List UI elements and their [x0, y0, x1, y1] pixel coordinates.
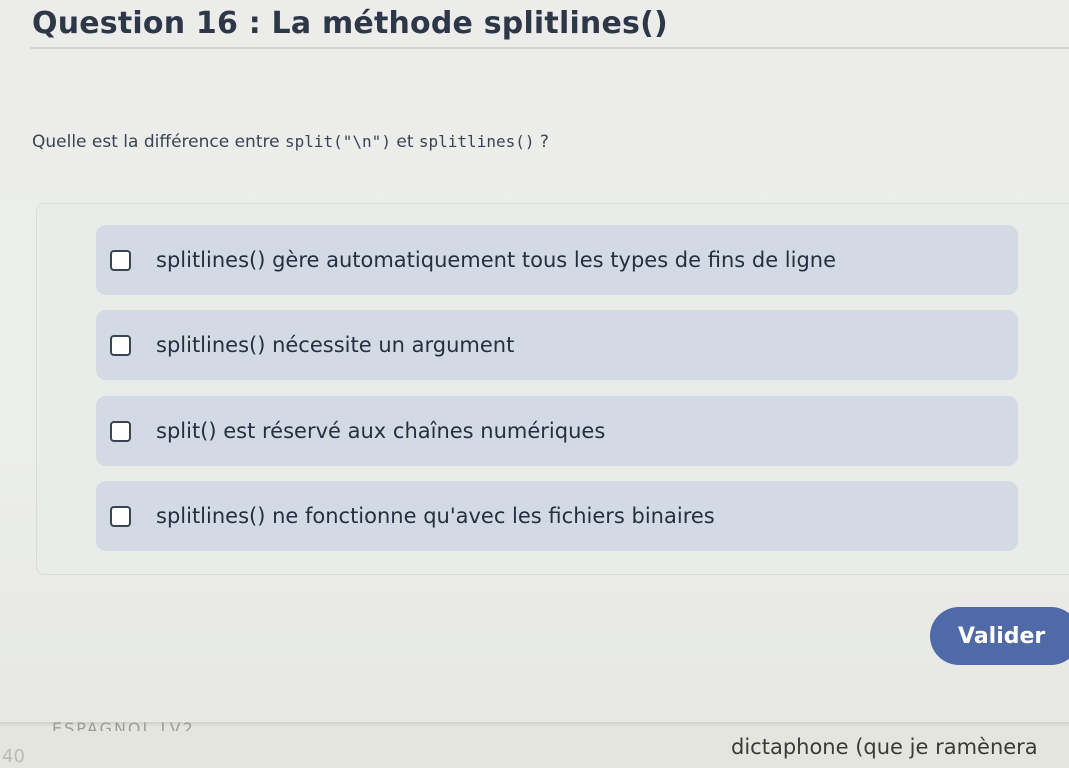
- answer-option-1[interactable]: splitlines() gère automatiquement tous l…: [96, 225, 1018, 295]
- question-text-before: Quelle est la différence entre: [32, 132, 285, 152]
- question-text-after: ?: [534, 132, 549, 152]
- answer-option-label: split() est réservé aux chaînes numériqu…: [156, 419, 606, 443]
- checkbox-1[interactable]: [110, 249, 131, 271]
- paper-heading: ESPAGNOL LV2: [52, 719, 195, 731]
- paper-page-number: 40: [2, 746, 25, 767]
- question-text-mid: et: [390, 132, 419, 152]
- checkbox-3[interactable]: [110, 420, 131, 442]
- answer-option-4[interactable]: splitlines() ne fonctionne qu'avec les f…: [96, 481, 1018, 551]
- page-title: Question 16 : La méthode splitlines(): [32, 6, 668, 41]
- answer-option-2[interactable]: splitlines() nécessite un argument: [96, 310, 1018, 380]
- question-text: Quelle est la différence entre split("\n…: [32, 132, 549, 152]
- checkbox-2[interactable]: [110, 334, 131, 356]
- answer-option-label: splitlines() gère automatiquement tous l…: [156, 248, 837, 272]
- title-divider: [30, 47, 1069, 49]
- paper-text: dictaphone (que je ramènera: [731, 735, 1038, 759]
- answer-option-label: splitlines() ne fonctionne qu'avec les f…: [156, 504, 715, 528]
- validate-button[interactable]: Valider: [930, 607, 1069, 665]
- answer-option-3[interactable]: split() est réservé aux chaînes numériqu…: [96, 396, 1018, 466]
- checkbox-4[interactable]: [110, 505, 131, 527]
- question-code-splitlines: splitlines(): [418, 132, 535, 151]
- question-code-split: split("\n"): [284, 132, 391, 151]
- answer-option-label: splitlines() nécessite un argument: [156, 333, 515, 357]
